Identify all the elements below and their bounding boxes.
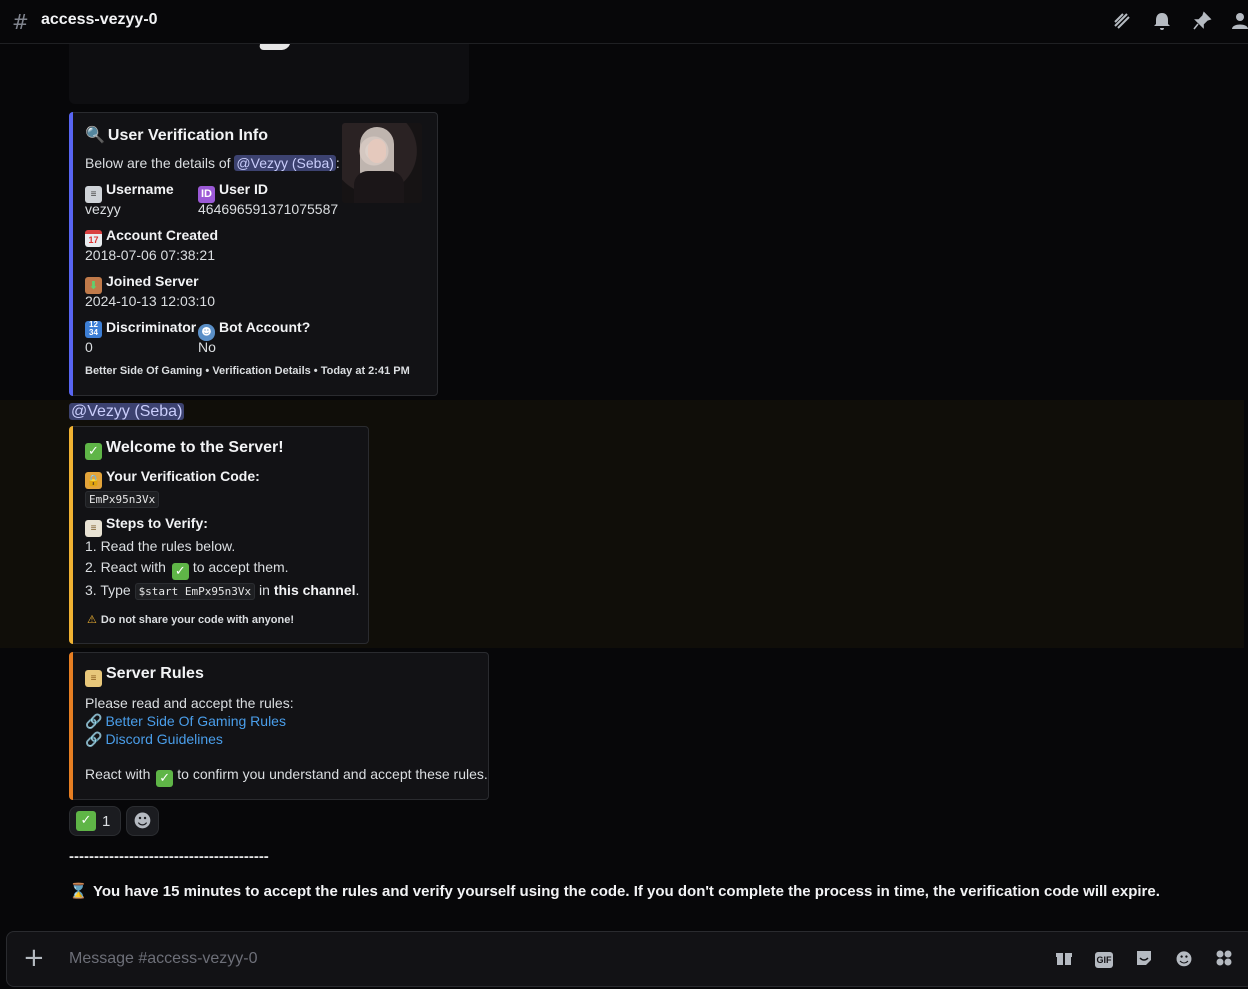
username-value: vezyy [85,201,121,217]
numbers-icon: 12 34 [85,321,102,338]
step-2: 2. React with ✓ to accept them. [85,559,289,580]
check-mark-icon: ✓ [171,563,189,580]
warning-icon: ⚠ [87,613,97,626]
discriminator-value: 0 [85,339,93,355]
hourglass-icon: ⌛ [69,882,88,900]
magnifier-icon: 🔍 [85,125,105,144]
warning-footer: ⚠ Do not share your code with anyone! [87,613,295,626]
embed-title: 🔍 User Verification Info [85,125,268,144]
verification-code-label: 🔒 Your Verification Code: [85,468,260,489]
calendar-icon: 17 [85,230,102,247]
emoji-icon[interactable]: ☻ [1173,949,1195,971]
username-field-label: ≡ Username [85,181,174,203]
gift-icon[interactable] [1053,949,1075,971]
rules-intro: Please read and accept the rules: [85,695,294,711]
gif-icon[interactable]: GIF [1095,952,1113,968]
members-icon[interactable] [1230,11,1248,33]
account-created-label: 17 Account Created [85,227,218,247]
account-created-value: 2018-07-06 07:38:21 [85,247,215,263]
verification-code-value: EmPx95n3Vx [85,490,160,508]
threads-icon[interactable] [1111,11,1133,33]
rules-confirm: React with ✓ to confirm you understand an… [85,766,488,787]
check-mark-icon: ✓ [85,443,102,460]
plus-icon[interactable]: + [23,944,45,972]
add-reaction-button[interactable]: ☻ [126,806,159,836]
check-mark-icon: ✓ [156,770,174,787]
message-composer: + GIF ☻ [6,931,1248,987]
steps-label: ≡ Steps to Verify: [85,515,208,537]
step-3: 3. Type $start EmPx95n3Vx in this channe… [85,582,360,600]
rules-link-row-2: 🔗 Discord Guidelines [85,731,223,748]
channel-hash-icon: # [12,10,29,34]
joined-server-label: ⬇ Joined Server [85,273,199,294]
joined-server-value: 2024-10-13 12:03:10 [85,293,215,309]
embed-accent-bar [69,112,73,396]
bot-account-label: ☻ Bot Account? [198,319,310,341]
user-mention[interactable]: @Vezyy (Seba) [69,403,185,420]
time-limit-warning: ⌛ You have 15 minutes to accept the rules… [69,882,1160,900]
user-verification-embed: 🔍 User Verification Info Below are the de… [69,112,438,396]
link-icon: 🔗 [85,732,103,748]
inbox-tray-icon: ⬇ [85,277,102,294]
embed-accent-bar [69,426,73,644]
embed-title: ≡ Server Rules [85,665,204,687]
embed-footer: Better Side Of Gaming • Verification Det… [85,365,410,377]
pin-icon[interactable] [1191,11,1213,33]
bell-icon[interactable] [1151,11,1173,33]
channel-name: access-vezyy-0 [41,11,158,28]
embed-title: ✓ Welcome to the Server! [85,439,284,460]
previous-attachment-image[interactable] [69,44,469,104]
discriminator-label: 12 34 Discriminator [85,319,196,338]
embed-description: Below are the details of @Vezyy (Seba): [85,155,340,171]
better-side-rules-link[interactable]: Better Side Of Gaming Rules [105,713,286,729]
sticker-icon[interactable] [1133,949,1155,971]
embed-accent-bar [69,652,73,800]
server-rules-embed: ≡ Server Rules Please read and accept the… [69,652,489,800]
welcome-embed: ✓ Welcome to the Server! 🔒 Your Verificati… [69,426,369,644]
rules-link-row-1: 🔗 Better Side Of Gaming Rules [85,713,286,730]
divider-dashes: ---------------------------------------- [69,848,269,865]
message-input[interactable] [69,946,969,972]
scroll-icon: ≡ [85,670,102,687]
lock-icon: 🔒 [85,472,102,489]
user-avatar-thumbnail[interactable] [342,123,422,203]
userid-field-label: ID User ID [198,181,268,203]
clipboard-icon: ≡ [85,520,102,537]
add-reaction-icon: ☻ [133,810,152,832]
step-1: 1. Read the rules below. [85,538,236,554]
discord-guidelines-link[interactable]: Discord Guidelines [105,731,223,747]
reaction-count: 1 [102,812,111,830]
link-icon: 🔗 [85,714,103,730]
userid-value: 464696591371075587 [198,201,339,217]
bot-account-value: No [198,339,216,355]
check-reaction-button[interactable]: ✓ 1 [69,806,121,836]
user-mention[interactable]: @Vezyy (Seba) [234,155,336,171]
channel-header: # access-vezyy-0 [0,0,1248,44]
check-mark-icon: ✓ [76,811,96,831]
apps-icon[interactable] [1213,949,1235,971]
message-mention-line: @Vezyy (Seba) [69,403,185,421]
